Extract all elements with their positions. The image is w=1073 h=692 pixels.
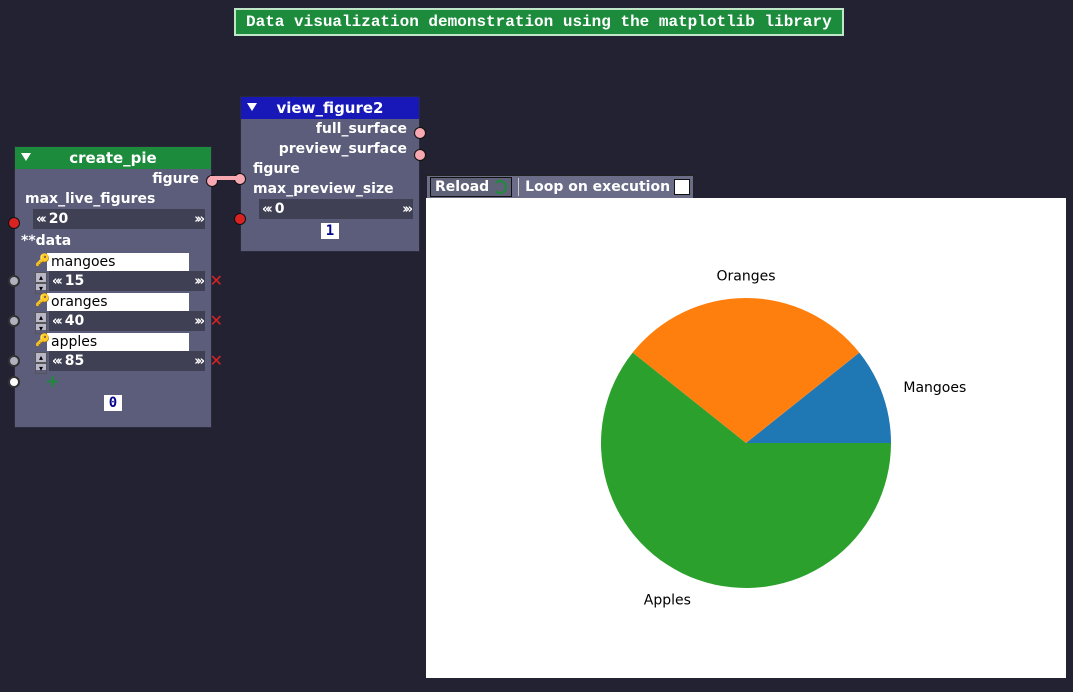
collapse-icon[interactable] [21,153,31,161]
key-input-apples[interactable]: apples [47,333,189,351]
slider-value: 0 [273,201,399,217]
param-label-max-preview-size: max_preview_size [253,181,394,197]
remove-icon[interactable]: ✕ [210,311,223,330]
output-label-full-surface: full_surface [316,121,407,137]
chevron-right-icon[interactable]: ›» [399,202,413,217]
output-label-preview-surface: preview_surface [279,141,407,157]
slider-value: 40 [63,313,191,329]
node-create-pie[interactable]: create_pie figure max_live_figures «‹ 20… [14,146,212,428]
stepper-oranges[interactable]: ▴▾ [35,312,47,330]
loop-checkbox[interactable] [674,179,690,195]
chevron-left-icon[interactable]: «‹ [49,274,63,289]
pie-chart: Mangoes Oranges Apples [426,198,1066,678]
slider-mangoes[interactable]: «‹ 15 ›» [49,271,205,291]
slider-apples[interactable]: «‹ 85 ›» [49,351,205,371]
slider-oranges[interactable]: «‹ 40 ›» [49,311,205,331]
stepper-mangoes[interactable]: ▴▾ [35,272,47,290]
reload-label: Reload [435,179,489,195]
key-icon: 🔑 [35,293,50,307]
node-view-figure[interactable]: view_figure2 full_surface preview_surfac… [240,96,420,252]
stepper-apples[interactable]: ▴▾ [35,352,47,370]
pie-label-mangoes: Mangoes [903,380,966,396]
input-port-apples[interactable] [8,355,20,367]
chevron-right-icon[interactable]: ›» [191,212,205,227]
key-icon: 🔑 [35,253,50,267]
chevron-right-icon[interactable]: ›» [191,314,205,329]
remove-icon[interactable]: ✕ [210,271,223,290]
preview-toolbar: Reload Loop on execution [426,175,694,199]
chevron-right-icon[interactable]: ›» [191,274,205,289]
slider-max-live-figures[interactable]: «‹ 20 ›» [33,209,205,229]
input-port-oranges[interactable] [8,315,20,327]
preview-panel: Mangoes Oranges Apples [426,198,1066,678]
output-port-full-surface[interactable] [414,127,426,139]
plus-icon[interactable]: + [45,371,60,392]
pie-label-oranges: Oranges [716,268,775,284]
remove-icon[interactable]: ✕ [210,351,223,370]
param-label-max-live-figures: max_live_figures [25,191,155,207]
output-port-preview-surface[interactable] [414,149,426,161]
input-port-mangoes[interactable] [8,275,20,287]
slider-max-preview-size[interactable]: «‹ 0 ›» [259,199,413,219]
chevron-left-icon[interactable]: «‹ [33,212,47,227]
reload-icon [493,180,507,194]
title-banner: Data visualization demonstration using t… [234,8,844,36]
input-label-figure: figure [253,161,300,177]
data-header: **data [21,233,71,249]
pie-label-apples: Apples [644,592,691,608]
separator [518,178,519,196]
wire-figure [210,176,240,180]
output-label-figure: figure [152,171,199,187]
node-title: view_figure2 [277,99,384,117]
node-header[interactable]: view_figure2 [241,97,419,119]
add-port[interactable] [8,376,20,388]
chevron-left-icon[interactable]: «‹ [49,314,63,329]
node-badge: 1 [321,223,339,239]
node-title: create_pie [69,149,156,167]
key-input-mangoes[interactable]: mangoes [47,253,189,271]
input-port-max-live[interactable] [8,217,20,229]
input-port-max-preview[interactable] [234,213,246,225]
loop-label: Loop on execution [525,179,670,195]
slider-value: 85 [63,353,191,369]
chevron-left-icon[interactable]: «‹ [259,202,273,217]
chevron-left-icon[interactable]: «‹ [49,354,63,369]
key-icon: 🔑 [35,333,50,347]
key-input-oranges[interactable]: oranges [47,293,189,311]
node-badge: 0 [104,395,122,411]
chevron-right-icon[interactable]: ›» [191,354,205,369]
slider-value: 15 [63,273,191,289]
slider-value: 20 [47,211,191,227]
reload-button[interactable]: Reload [430,177,512,197]
node-header[interactable]: create_pie [15,147,211,169]
collapse-icon[interactable] [247,103,257,111]
